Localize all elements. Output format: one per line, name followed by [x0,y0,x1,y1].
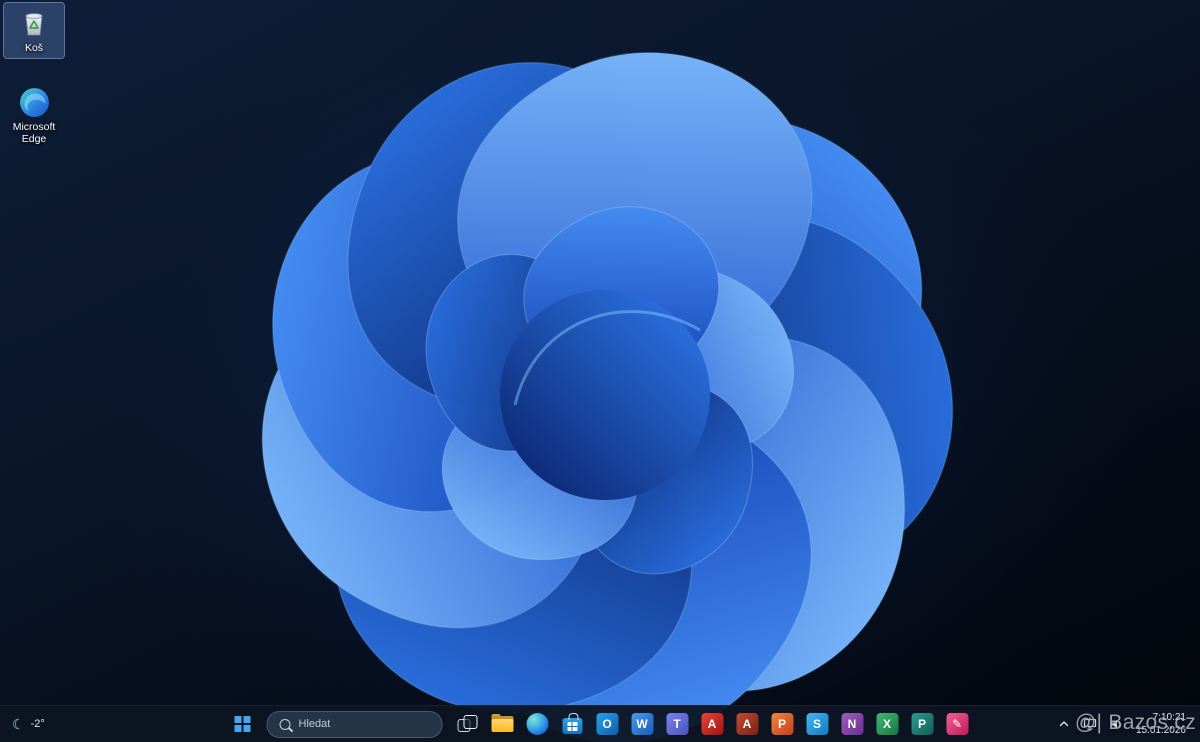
weather-widget[interactable]: ☾ -2° [0,706,55,742]
search-placeholder: Hledat [298,718,331,730]
task-view-squares-icon [457,715,477,733]
teams-glyph: T [666,713,688,735]
excel-glyph: X [876,713,898,735]
outlook-icon[interactable]: O [590,707,625,741]
wallpaper-bloom [65,0,1145,742]
skype-glyph: S [806,713,828,735]
access-glyph: A [736,713,758,735]
store-bag-icon [562,713,582,734]
hidden-icons-chevron[interactable] [1052,710,1076,738]
file-explorer-icon[interactable] [485,707,520,741]
word-icon[interactable]: W [625,707,660,741]
weather-temp: -2° [30,718,45,730]
access-icon[interactable]: A [730,707,765,741]
edge-swirl-icon [526,713,548,735]
recycle-bin-icon [6,6,62,40]
excel-icon[interactable]: X [870,707,905,741]
word-glyph: W [631,713,653,735]
taskbar: ☾ -2° Hledat O W T A A P S N X P ✎ 7:10:… [0,705,1200,742]
windows-logo-icon [234,716,251,732]
onenote-glyph: N [841,713,863,735]
desktop-icon-recycle-bin[interactable]: Koš [3,1,65,60]
desktop-icon-microsoft-edge[interactable]: Microsoft Edge [4,82,64,149]
taskbar-apps: O W T A A P S N X P ✎ [450,707,975,741]
paint-glyph: ✎ [946,713,968,735]
teams-icon[interactable]: T [660,707,695,741]
skype-icon[interactable]: S [800,707,835,741]
start-button[interactable] [226,709,260,739]
onenote-icon[interactable]: N [835,707,870,741]
acrobat-icon[interactable]: A [695,707,730,741]
folder-icon [491,714,513,733]
outlook-glyph: O [596,713,618,735]
task-view-icon[interactable] [450,707,485,741]
acrobat-glyph: A [701,713,723,735]
powerpoint-glyph: P [771,713,793,735]
publisher-icon[interactable]: P [905,707,940,741]
desktop-icon-label: Koš [24,42,44,54]
weather-moon-icon: ☾ [12,715,25,732]
taskbar-center-group: Hledat O W T A A P S N X P ✎ [226,706,975,742]
desktop: Koš Microsoft Edge ☾ -2° Hledat O W T A … [0,0,1200,742]
powerpoint-icon[interactable]: P [765,707,800,741]
publisher-glyph: P [911,713,933,735]
watermark: @| Bazos.cz [1074,711,1196,734]
microsoft-store-icon[interactable] [555,707,590,741]
search-icon [279,718,291,730]
paint-icon[interactable]: ✎ [940,707,975,741]
desktop-icon-label: Microsoft Edge [12,121,56,146]
edge-icon [6,85,62,119]
taskbar-search[interactable]: Hledat [266,710,443,738]
edge-icon[interactable] [520,707,555,741]
